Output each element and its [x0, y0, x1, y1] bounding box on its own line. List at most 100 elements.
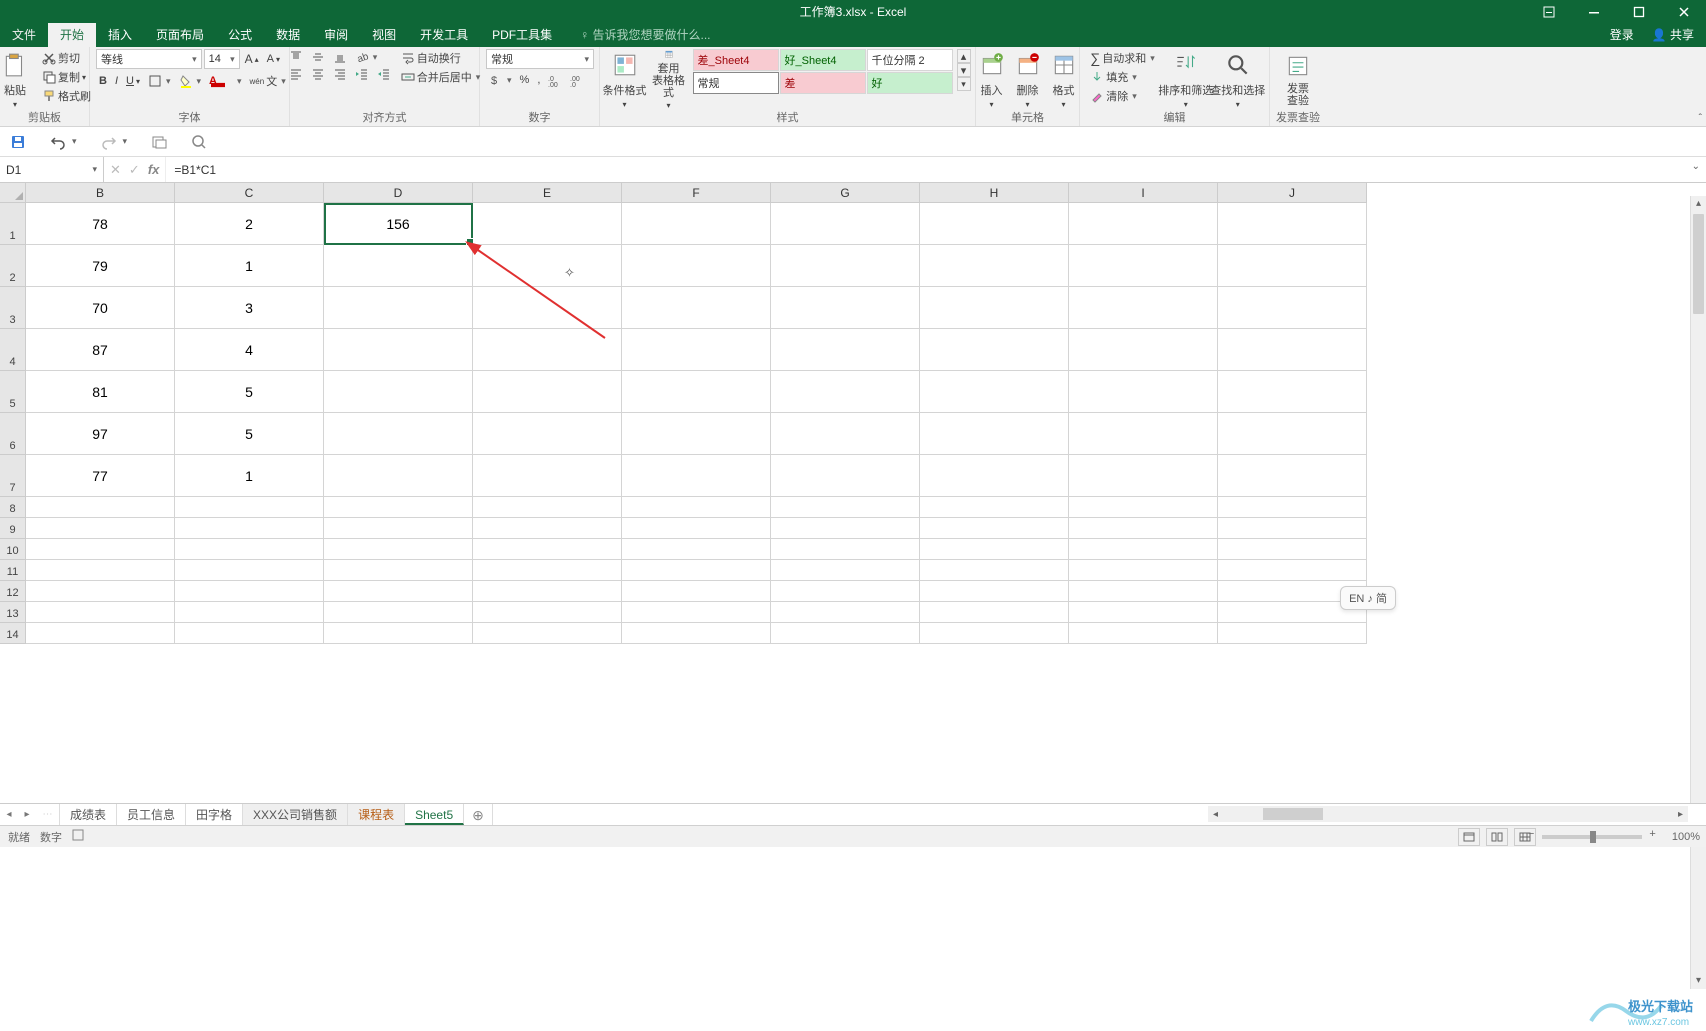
style-item[interactable]: 好 — [867, 72, 953, 94]
merge-center-button[interactable]: 合并后居中 — [398, 68, 484, 86]
cancel-formula-icon[interactable]: ✕ — [110, 162, 121, 178]
view-pagelayout-icon[interactable] — [1486, 828, 1508, 846]
select-all-cell[interactable] — [0, 183, 26, 203]
cell[interactable] — [1069, 287, 1218, 329]
cell[interactable] — [771, 455, 920, 497]
cell[interactable] — [1069, 581, 1218, 602]
border-button[interactable] — [145, 73, 174, 89]
cell[interactable] — [175, 518, 324, 539]
row-header[interactable]: 1 — [0, 203, 26, 245]
format-cells-button[interactable]: 格式▾ — [1048, 49, 1080, 111]
cell[interactable] — [1218, 623, 1367, 644]
sheet-nav[interactable]: ◂▸⋯ — [0, 804, 60, 825]
col-header[interactable]: J — [1218, 183, 1367, 203]
accounting-format-icon[interactable]: $ — [486, 72, 515, 88]
maximize-button[interactable] — [1616, 0, 1661, 23]
cell[interactable] — [26, 518, 175, 539]
row-header[interactable]: 9 — [0, 518, 26, 539]
sheet-tab[interactable]: 成绩表 — [60, 804, 117, 825]
cell[interactable]: 78 — [26, 203, 175, 245]
invoice-check-button[interactable]: 发票 查验 — [1276, 49, 1320, 111]
cell[interactable] — [1218, 497, 1367, 518]
cell[interactable] — [1218, 287, 1367, 329]
cell[interactable]: 5 — [175, 371, 324, 413]
autosum-button[interactable]: ∑自动求和 — [1087, 49, 1158, 67]
fill-color-button[interactable] — [176, 73, 205, 89]
cell[interactable] — [1069, 455, 1218, 497]
cell[interactable] — [771, 623, 920, 644]
tab-pagelayout[interactable]: 页面布局 — [144, 23, 216, 47]
cell[interactable] — [324, 518, 473, 539]
collapse-ribbon-icon[interactable]: ˆ — [1699, 113, 1702, 124]
cell[interactable] — [920, 371, 1069, 413]
enter-formula-icon[interactable]: ✓ — [129, 162, 140, 178]
cell[interactable] — [473, 203, 622, 245]
fill-button[interactable]: 填充 — [1087, 68, 1158, 86]
align-bottom-icon[interactable] — [330, 49, 350, 65]
style-more[interactable]: ▾ — [957, 77, 971, 91]
row-header[interactable]: 8 — [0, 497, 26, 518]
cell[interactable] — [1218, 455, 1367, 497]
col-header[interactable]: E — [473, 183, 622, 203]
cell[interactable]: 79 — [26, 245, 175, 287]
cell[interactable] — [1069, 371, 1218, 413]
cell[interactable] — [1069, 329, 1218, 371]
sheet-tab[interactable]: 员工信息 — [117, 804, 186, 825]
cell[interactable] — [324, 560, 473, 581]
tab-file[interactable]: 文件 — [0, 23, 48, 47]
cell[interactable] — [324, 581, 473, 602]
cell[interactable] — [473, 581, 622, 602]
italic-button[interactable]: I — [112, 74, 121, 88]
cell[interactable] — [920, 203, 1069, 245]
col-header[interactable]: D — [324, 183, 473, 203]
decrease-font-icon[interactable]: A▾ — [264, 52, 283, 66]
font-color-button[interactable]: A — [206, 73, 244, 89]
align-center-icon[interactable] — [308, 66, 328, 82]
cell[interactable] — [26, 581, 175, 602]
cell[interactable]: 5 — [175, 413, 324, 455]
tell-me-input[interactable]: ♀ 告诉我您想要做什么... — [564, 23, 710, 47]
cell[interactable] — [771, 581, 920, 602]
percent-icon[interactable]: % — [517, 73, 533, 87]
share-button[interactable]: 👤 共享 — [1646, 23, 1700, 47]
style-item[interactable]: 好_Sheet4 — [780, 49, 866, 71]
cell[interactable] — [473, 245, 622, 287]
status-macro-icon[interactable] — [72, 829, 84, 844]
table-format-button[interactable]: 套用 表格格式▾ — [649, 49, 689, 111]
cell[interactable] — [1069, 203, 1218, 245]
cell[interactable] — [622, 560, 771, 581]
format-painter-button[interactable]: 格式刷 — [39, 87, 94, 105]
zoom-slider[interactable] — [1542, 835, 1642, 839]
cell[interactable] — [622, 329, 771, 371]
expand-formula-bar-icon[interactable]: ⌄ — [1692, 161, 1700, 172]
cell[interactable] — [622, 497, 771, 518]
hscroll-left-icon[interactable]: ◂ — [1208, 809, 1223, 820]
cell[interactable] — [622, 455, 771, 497]
cell[interactable] — [473, 560, 622, 581]
cell[interactable] — [1069, 623, 1218, 644]
cell[interactable] — [175, 602, 324, 623]
cell[interactable] — [324, 371, 473, 413]
cell[interactable] — [175, 623, 324, 644]
cell[interactable]: 81 — [26, 371, 175, 413]
cell[interactable]: 97 — [26, 413, 175, 455]
cell[interactable] — [622, 287, 771, 329]
cell[interactable] — [26, 497, 175, 518]
style-scroll-up[interactable]: ▴ — [957, 49, 971, 63]
style-gallery[interactable]: 差_Sheet4 好_Sheet4 千位分隔 2 常规 差 好 — [693, 49, 953, 94]
undo-icon[interactable] — [50, 134, 77, 150]
cell[interactable] — [473, 413, 622, 455]
tab-formulas[interactable]: 公式 — [216, 23, 264, 47]
col-header[interactable]: H — [920, 183, 1069, 203]
col-header[interactable]: G — [771, 183, 920, 203]
copy-button[interactable]: 复制▾ — [39, 68, 94, 86]
cell[interactable] — [473, 539, 622, 560]
cell[interactable] — [324, 287, 473, 329]
style-scroll-down[interactable]: ▾ — [957, 63, 971, 77]
align-left-icon[interactable] — [286, 66, 306, 82]
scroll-thumb[interactable] — [1693, 214, 1704, 314]
cell[interactable] — [1218, 539, 1367, 560]
cell[interactable] — [920, 623, 1069, 644]
align-middle-icon[interactable] — [308, 49, 328, 65]
sheet-tab[interactable]: 田字格 — [186, 804, 243, 825]
